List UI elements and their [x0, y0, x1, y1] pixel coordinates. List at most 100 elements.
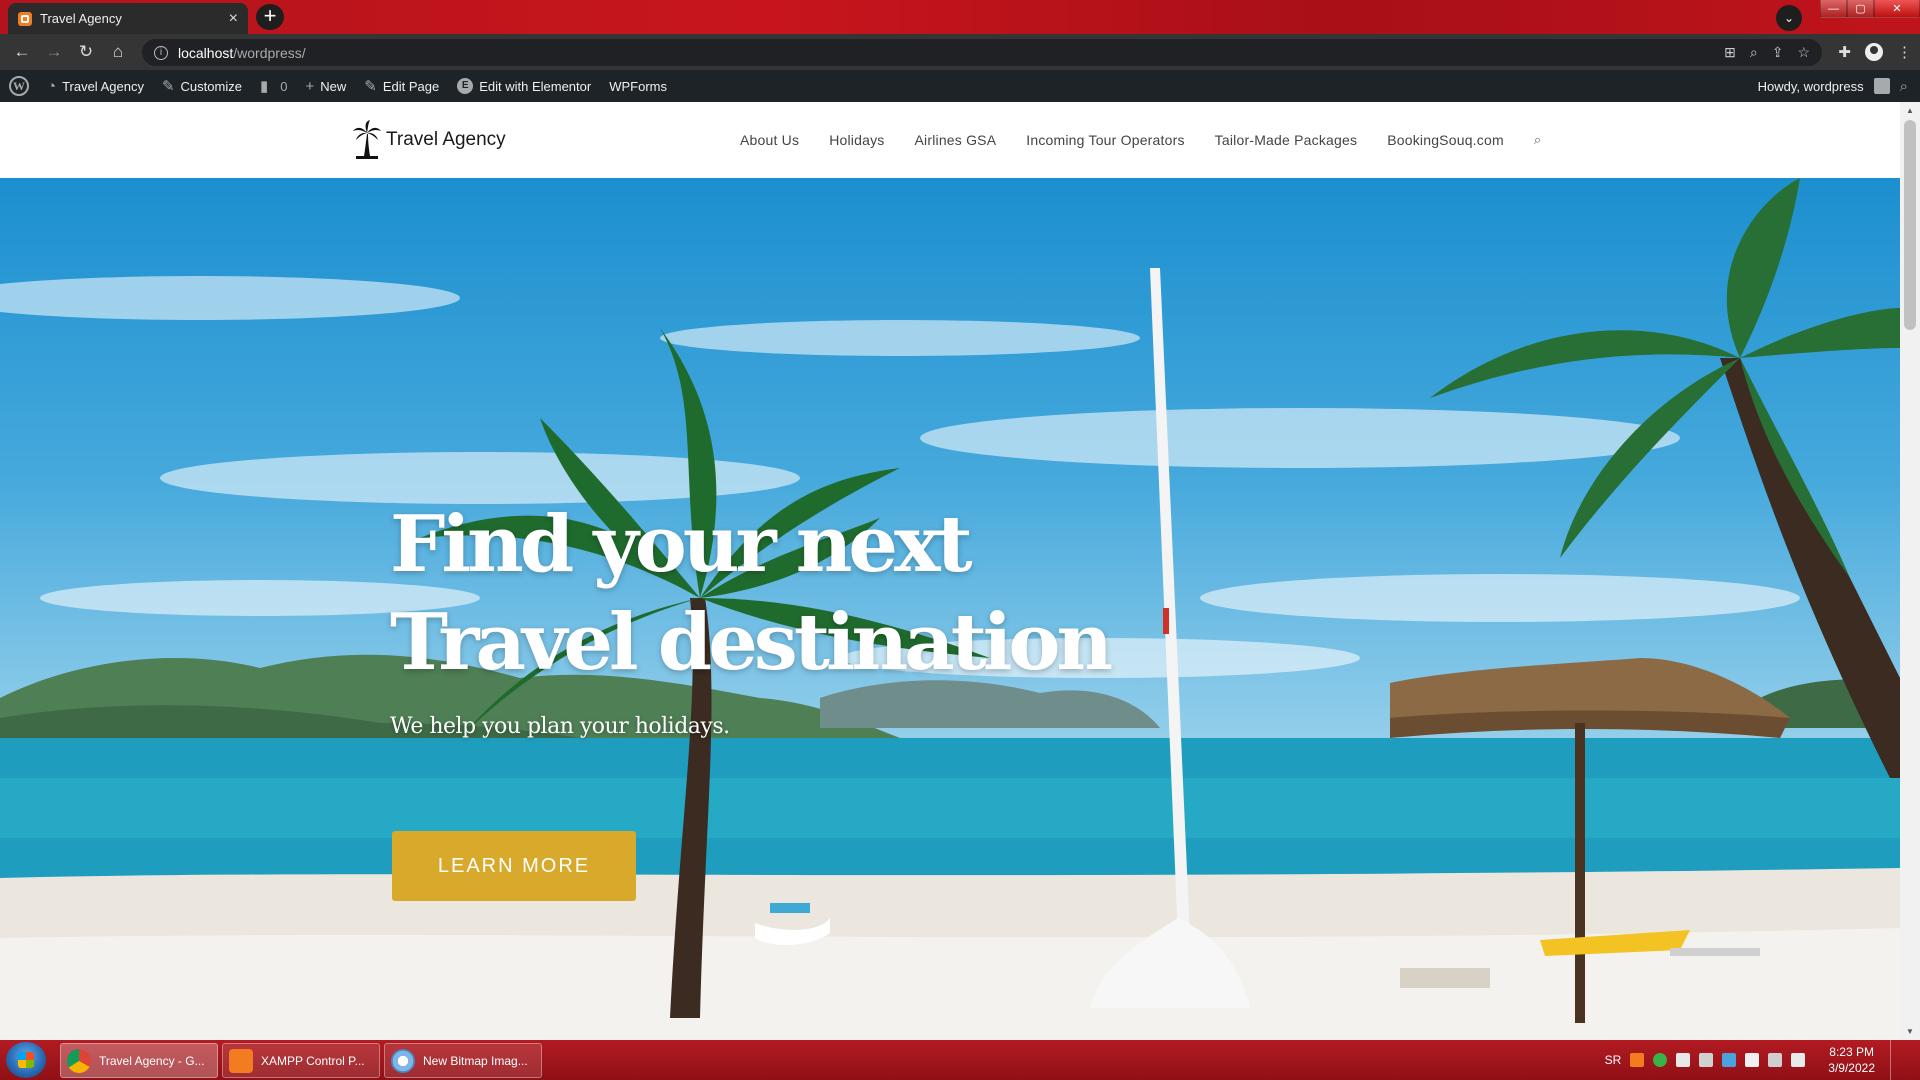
bookmark-star-icon[interactable]: ☆ — [1797, 39, 1810, 66]
wp-customize[interactable]: ✎ Customize — [153, 70, 251, 102]
wp-edit-page[interactable]: ✎ Edit Page — [355, 70, 448, 102]
taskbar-item-label: Travel Agency - G... — [99, 1053, 205, 1068]
admin-search-icon[interactable]: ⌕ — [1900, 78, 1908, 95]
palm-tree-logo-icon — [353, 120, 381, 159]
howdy-user-menu[interactable]: Howdy, wordpress — [1758, 79, 1864, 94]
hero-title-line-1: Find your next — [390, 499, 973, 590]
browser-toolbar: ← → ↻ ⌂ i localhost/wordpress/ ⊞ ⌕ ⇪ ☆ ✚… — [0, 34, 1920, 70]
show-desktop-button[interactable] — [1890, 1040, 1902, 1080]
window-controls: — ▢ ✕ — [1820, 0, 1920, 18]
comments-count: 0 — [280, 78, 288, 94]
translate-icon[interactable]: ⊞ — [1724, 39, 1736, 66]
system-tray: SR 8:23 PM 3/9/2022 — [1605, 1040, 1902, 1080]
xampp-favicon-icon — [18, 11, 32, 26]
hero-copy: Find your next Travel destination We hel… — [390, 496, 1113, 739]
pencil-icon: ✎ — [364, 78, 377, 95]
volume-icon[interactable] — [1791, 1053, 1806, 1067]
scroll-up-arrow-icon[interactable]: ▲ — [1900, 102, 1920, 119]
paint-icon — [391, 1048, 415, 1073]
clock-date: 3/9/2022 — [1828, 1061, 1875, 1075]
taskbar-item-xampp[interactable]: XAMPP Control P... — [222, 1043, 380, 1078]
language-indicator[interactable]: SR — [1605, 1053, 1622, 1067]
url-path: /wordpress/ — [233, 44, 306, 61]
forward-arrow-icon[interactable]: → — [38, 42, 70, 62]
window-close-button[interactable]: ✕ — [1874, 0, 1920, 18]
site-header: Travel Agency About Us Holidays Airlines… — [0, 102, 1900, 178]
action-center-flag-icon[interactable] — [1745, 1053, 1760, 1067]
maximize-button[interactable]: ▢ — [1847, 0, 1874, 18]
elementor-icon: E — [457, 78, 474, 94]
nav-search-icon[interactable]: ⌕ — [1534, 132, 1541, 148]
wp-admin-bar: W ◔ Travel Agency ✎ Customize ▮ 0 + New … — [0, 70, 1920, 102]
taskbar-item-chrome[interactable]: Travel Agency - G... — [60, 1043, 218, 1078]
profile-avatar-icon[interactable] — [1865, 43, 1883, 61]
browser-tab[interactable]: Travel Agency × — [8, 3, 248, 34]
zoom-icon[interactable]: ⌕ — [1750, 39, 1758, 66]
address-bar[interactable]: i localhost/wordpress/ — [142, 39, 1822, 66]
wp-new[interactable]: + New — [296, 70, 355, 102]
network-device-icon[interactable] — [1676, 1053, 1691, 1067]
customize-label: Customize — [180, 78, 242, 94]
nav-tailor-made-packages[interactable]: Tailor-Made Packages — [1215, 132, 1358, 148]
display-icon[interactable] — [1722, 1053, 1737, 1067]
shield-tray-icon[interactable] — [1653, 1053, 1668, 1067]
wp-logo-menu[interactable]: W — [0, 70, 38, 102]
edit-elementor-label: Edit with Elementor — [479, 78, 592, 94]
wp-admin-bar-right: Howdy, wordpress ⌕ — [1758, 70, 1908, 102]
tab-title: Travel Agency — [40, 11, 122, 26]
wordpress-logo-icon: W — [9, 76, 29, 96]
minimize-button[interactable]: — — [1820, 0, 1847, 18]
learn-more-button[interactable]: LEARN MORE — [392, 831, 636, 901]
nav-about-us[interactable]: About Us — [740, 132, 799, 148]
tab-search-button[interactable]: ⌄ — [1776, 5, 1802, 31]
page-scrollbar[interactable]: ▲ ▼ — [1900, 102, 1920, 1040]
user-avatar-icon[interactable] — [1873, 78, 1890, 94]
nav-airlines-gsa[interactable]: Airlines GSA — [914, 132, 996, 148]
site-name-label: Travel Agency — [62, 78, 144, 94]
reload-icon[interactable]: ↻ — [70, 42, 102, 62]
dashboard-icon: ◔ — [47, 77, 57, 95]
wp-comments[interactable]: ▮ 0 — [251, 70, 297, 102]
chrome-menu-icon[interactable]: ⋮ — [1897, 39, 1912, 66]
chrome-icon — [67, 1048, 91, 1073]
home-icon[interactable]: ⌂ — [102, 42, 134, 62]
wp-edit-elementor[interactable]: E Edit with Elementor — [448, 70, 600, 102]
nav-bookingsouq[interactable]: BookingSouq.com — [1387, 132, 1504, 148]
extensions-puzzle-icon[interactable]: ✚ — [1838, 39, 1851, 66]
new-tab-button[interactable]: + — [256, 4, 284, 30]
logo-text: Travel Agency — [386, 129, 506, 150]
usb-icon[interactable] — [1699, 1053, 1714, 1067]
nav-holidays[interactable]: Holidays — [829, 132, 884, 148]
network-icon[interactable] — [1768, 1053, 1783, 1067]
scroll-down-arrow-icon[interactable]: ▼ — [1900, 1023, 1920, 1040]
xampp-tray-icon[interactable] — [1630, 1053, 1645, 1067]
scrollbar-thumb[interactable] — [1904, 120, 1916, 330]
wpforms-label: WPForms — [609, 78, 667, 94]
xampp-icon — [229, 1048, 253, 1073]
wp-site-name[interactable]: ◔ Travel Agency — [38, 70, 153, 102]
hero-title-line-2: Travel destination — [390, 597, 1113, 688]
nav-incoming-tour-operators[interactable]: Incoming Tour Operators — [1026, 132, 1184, 148]
wp-wpforms[interactable]: WPForms — [600, 70, 676, 102]
system-clock[interactable]: 8:23 PM 3/9/2022 — [1828, 1044, 1875, 1076]
plus-icon: + — [305, 77, 315, 95]
hero-title: Find your next Travel destination — [390, 496, 1113, 692]
close-tab-icon[interactable]: × — [229, 10, 238, 28]
back-arrow-icon[interactable]: ← — [6, 42, 38, 62]
url-host: localhost — [178, 44, 234, 61]
site-logo[interactable]: Travel Agency — [352, 120, 506, 160]
main-navigation: About Us Holidays Airlines GSA Incoming … — [740, 102, 1541, 178]
share-icon[interactable]: ⇪ — [1772, 39, 1784, 66]
paintbrush-icon: ✎ — [161, 78, 175, 95]
hero-subtitle: We help you plan your holidays. — [390, 714, 730, 739]
comment-bubble-icon: ▮ — [259, 78, 269, 95]
extension-area: ✚ ⋮ — [1838, 39, 1912, 66]
windows-start-icon[interactable] — [6, 1042, 46, 1078]
omnibox-actions: ⊞ ⌕ ⇪ ☆ — [1724, 39, 1810, 66]
site-info-icon[interactable]: i — [154, 45, 168, 60]
windows-taskbar: Travel Agency - G... XAMPP Control P... … — [0, 1040, 1920, 1080]
new-label: New — [320, 78, 347, 94]
edit-page-label: Edit Page — [382, 78, 440, 94]
taskbar-item-label: XAMPP Control P... — [261, 1053, 365, 1068]
taskbar-item-paint[interactable]: New Bitmap Imag... — [384, 1043, 542, 1078]
